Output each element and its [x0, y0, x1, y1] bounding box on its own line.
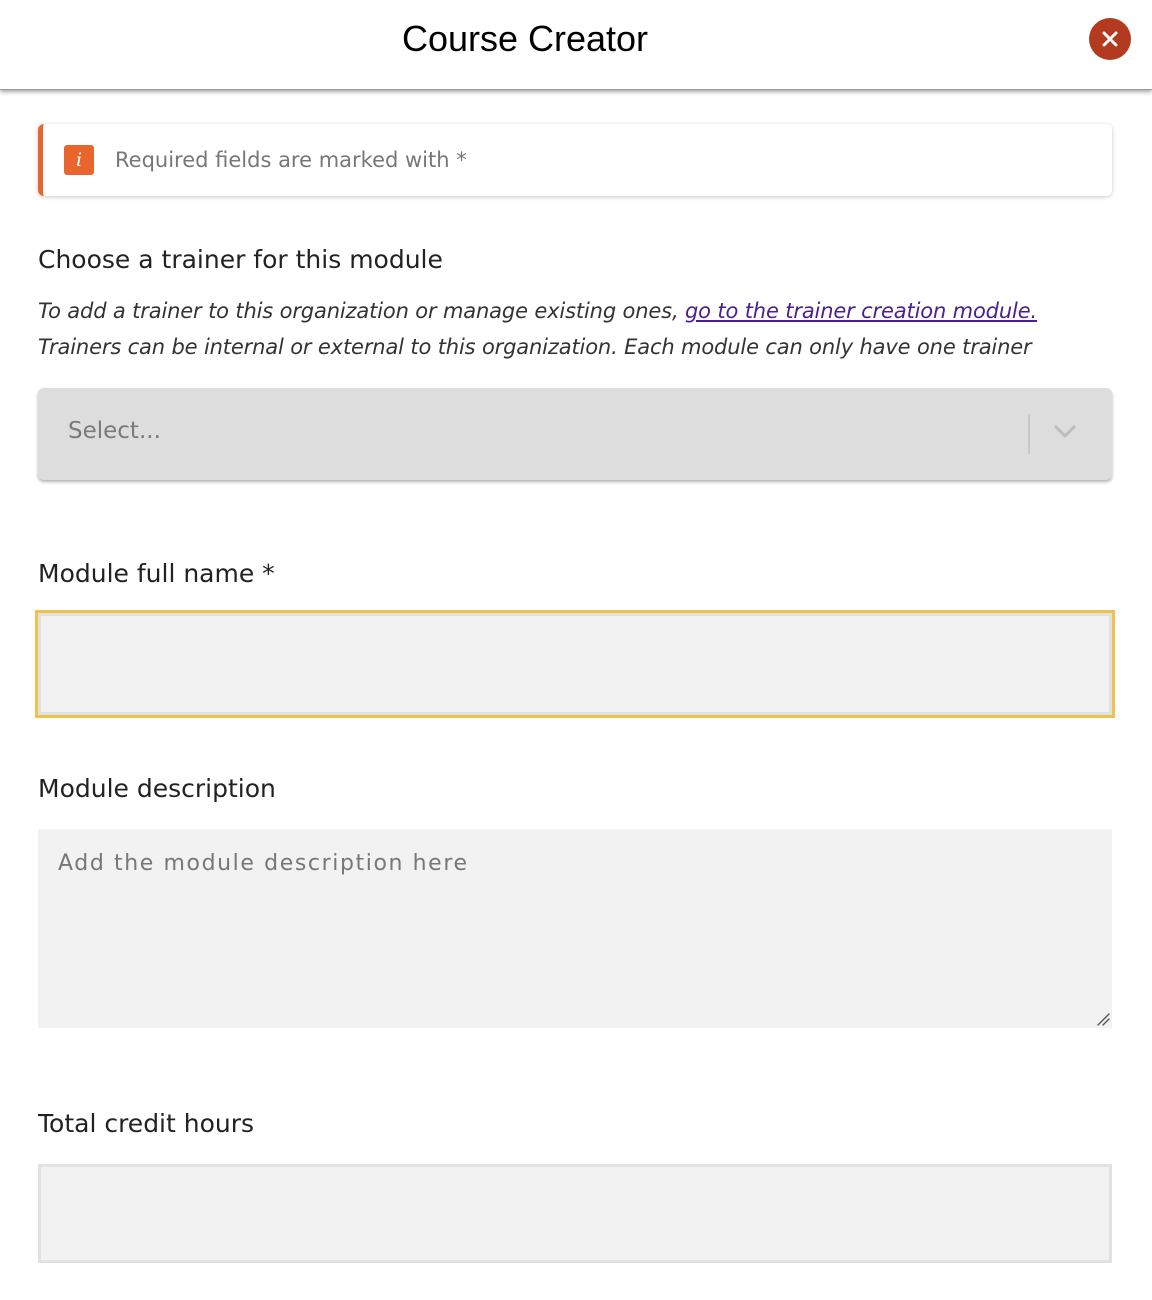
page-title: Course Creator — [401, 18, 649, 59]
select-separator — [1028, 414, 1030, 454]
resize-handle-icon[interactable] — [1096, 1012, 1110, 1026]
module-name-input[interactable] — [38, 613, 1112, 715]
credit-hours-label: Total credit hours — [38, 1109, 255, 1138]
module-description-placeholder: Add the module description here — [58, 851, 469, 876]
close-icon — [1102, 31, 1118, 47]
close-button[interactable] — [1089, 18, 1131, 60]
credit-hours-input[interactable] — [38, 1164, 1112, 1263]
trainer-help-line-2: Trainers can be internal or external to … — [38, 335, 1032, 359]
trainer-label: Choose a trainer for this module — [38, 245, 443, 274]
trainer-creation-link[interactable]: go to the trainer creation module. — [685, 299, 1037, 323]
module-name-label: Module full name * — [38, 559, 275, 588]
notice-text: Required fields are marked with * — [115, 148, 467, 172]
module-description-label: Module description — [38, 774, 276, 803]
trainer-help-line-1: To add a trainer to this organization or… — [38, 299, 1037, 323]
trainer-select-placeholder: Select... — [68, 418, 161, 444]
module-description-textarea[interactable]: Add the module description here — [38, 829, 1112, 1028]
trainer-select[interactable]: Select... — [38, 388, 1112, 480]
chevron-down-icon[interactable] — [1053, 424, 1077, 440]
required-fields-notice: i Required fields are marked with * — [38, 124, 1112, 196]
modal-header: Course Creator — [0, 0, 1152, 90]
info-icon: i — [64, 145, 94, 175]
trainer-help-text: To add a trainer to this organization or… — [38, 299, 685, 323]
